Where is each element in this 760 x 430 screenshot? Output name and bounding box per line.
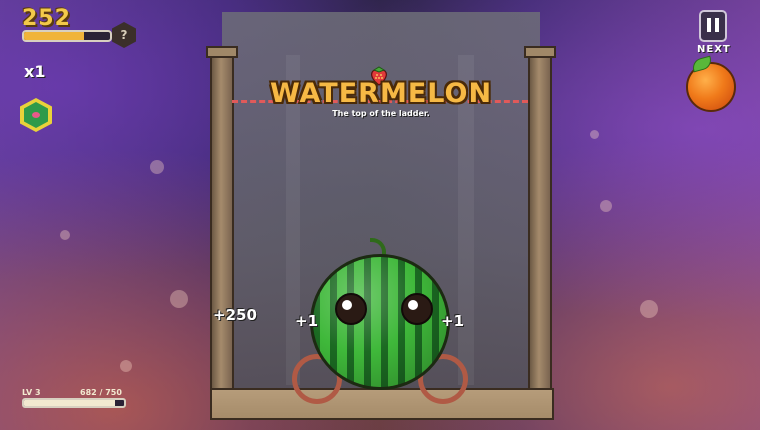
background-sparkle	[150, 160, 164, 174]
point-popup: +1	[295, 312, 319, 330]
xp-progress-bar	[22, 398, 126, 408]
jar-right-cap	[524, 46, 556, 58]
background-sparkle	[600, 200, 612, 212]
background-sparkle	[590, 130, 599, 139]
xp-counter: 682 / 750	[80, 388, 122, 397]
powerup-button[interactable]	[20, 98, 52, 132]
background-sparkle	[60, 230, 70, 240]
background-sparkle	[170, 290, 188, 308]
watermelon-fruit	[310, 254, 450, 390]
score-popup: +250	[213, 306, 257, 324]
point-popup: +1	[441, 312, 465, 330]
background-sparkle	[120, 360, 132, 372]
score-progress-bar	[22, 30, 112, 42]
pause-button[interactable]	[699, 10, 727, 42]
right-eye	[401, 293, 433, 325]
left-eye	[335, 293, 367, 325]
next-label: NEXT	[697, 44, 731, 55]
watermelon-shine	[313, 257, 447, 387]
jar-floor	[210, 388, 554, 420]
score-progress-fill	[24, 32, 85, 40]
help-button[interactable]: ?	[112, 22, 136, 48]
fruit-title: WATERMELON	[269, 78, 493, 109]
jar-left-cap	[206, 46, 238, 58]
powerup-icon	[24, 102, 48, 128]
watermelon-slice-icon	[32, 112, 40, 118]
score-value: 252	[22, 6, 71, 31]
combo-multiplier: x1	[24, 62, 46, 81]
pause-icon-bar	[715, 18, 719, 32]
pause-icon	[707, 18, 711, 32]
xp-progress-fill	[24, 400, 115, 406]
level-label: LV 3	[22, 388, 41, 397]
background-sparkle	[640, 300, 658, 318]
fruit-subtitle: The top of the ladder.	[332, 109, 430, 118]
